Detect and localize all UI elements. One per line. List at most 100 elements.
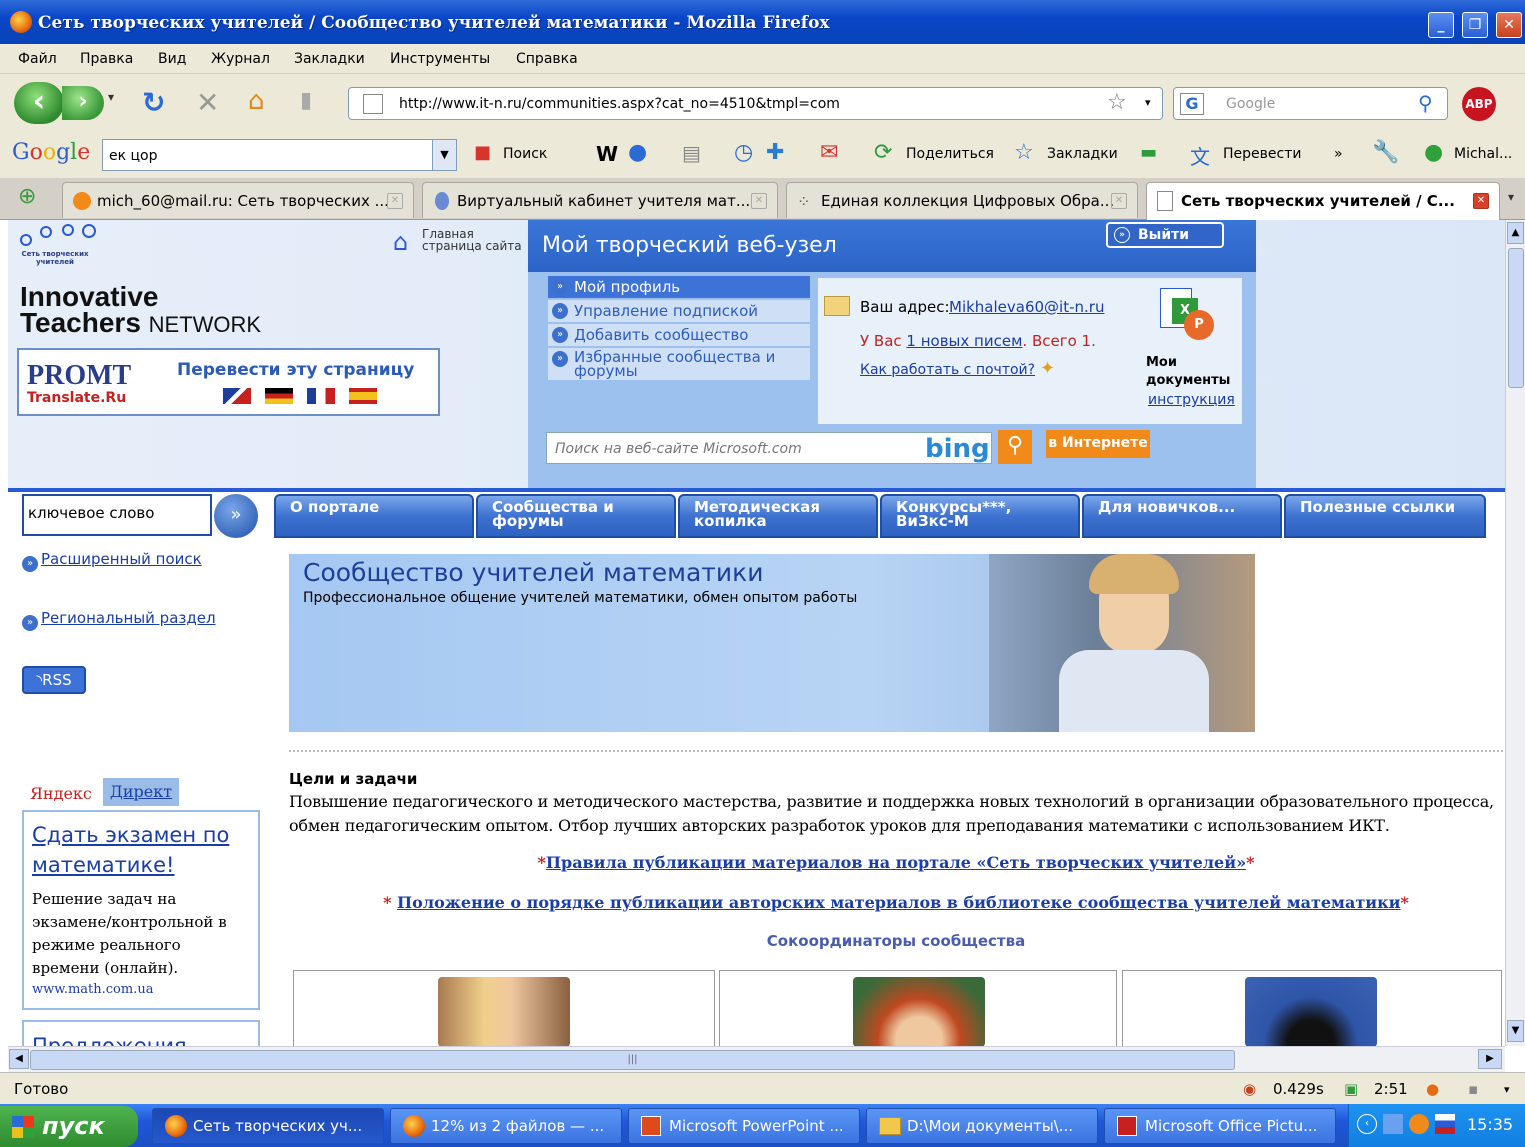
scroll-up-icon[interactable]: ▲ (1507, 222, 1524, 244)
keyword-search-button[interactable]: » (214, 494, 258, 538)
menu-my-profile[interactable]: » Мой профиль (548, 276, 810, 298)
puzzle-icon[interactable]: ✚ (766, 140, 784, 165)
home-icon[interactable]: ⌂ (248, 86, 265, 116)
coordinator-photo-3[interactable] (1245, 977, 1377, 1046)
maximize-button[interactable]: ❐ (1462, 12, 1488, 38)
popup-icon[interactable]: ▤ (682, 141, 701, 165)
site-small-logo[interactable]: Сеть творческих учителей (20, 224, 120, 280)
taskbar-item-downloads[interactable]: 12% из 2 файлов — ... (390, 1108, 622, 1144)
tray-clock[interactable]: 15:35 (1467, 1115, 1513, 1134)
tab-close-icon[interactable]: ✕ (1111, 193, 1127, 209)
new-mail-link[interactable]: 1 новых писем (906, 332, 1022, 350)
menu-help[interactable]: Справка (516, 51, 578, 67)
rules-link[interactable]: Правила публикации материалов на портале… (546, 853, 1246, 872)
new-tab-icon[interactable]: ⊕ (18, 184, 36, 209)
ad-url[interactable]: www.math.com.ua (32, 982, 153, 997)
back-button[interactable]: ‹ (14, 82, 64, 124)
more-chevron-icon[interactable]: » (1334, 146, 1343, 162)
clock-icon[interactable]: ◷ (734, 140, 753, 165)
nav-tab-contests[interactable]: Конкурсы***, ВиЗкс-М (880, 494, 1080, 538)
vertical-scrollbar[interactable]: ▲ ▼ (1505, 220, 1525, 1046)
flag-uk-icon[interactable] (223, 388, 251, 404)
menu-add-community[interactable]: » Добавить сообщество (548, 324, 810, 346)
coordinator-photo-1[interactable] (438, 977, 570, 1046)
scroll-down-icon[interactable]: ▼ (1507, 1020, 1524, 1042)
search-bar[interactable]: G Google ⚲ (1173, 87, 1448, 120)
scroll-left-icon[interactable]: ◀ (9, 1049, 29, 1069)
horizontal-scrollbar[interactable]: ◀ ||| ▶ (8, 1046, 1505, 1072)
tab-close-icon[interactable]: ✕ (387, 193, 403, 209)
in-internet-button[interactable]: в Интернете (1046, 430, 1150, 458)
tray-expand-icon[interactable]: ‹ (1357, 1114, 1377, 1134)
translate-icon[interactable]: 文 (1190, 141, 1210, 170)
start-button[interactable]: пуск (0, 1106, 138, 1147)
menu-subscription[interactable]: » Управление подпиской (548, 300, 810, 322)
google-translate-button[interactable]: Перевести (1223, 146, 1301, 162)
google-bookmarks-button[interactable]: Закладки (1047, 146, 1118, 162)
tab-close-icon[interactable]: ✕ (751, 193, 767, 209)
menu-edit[interactable]: Правка (80, 51, 133, 67)
tab-list-icon[interactable]: ▾ (1508, 190, 1514, 204)
adblock-icon[interactable]: ABP (1462, 87, 1496, 121)
yandex-label[interactable]: Яндекс (30, 784, 92, 803)
tab-collection[interactable]: ⁘ Единая коллекция Цифровых Обра... ✕ (786, 182, 1138, 218)
minimize-button[interactable]: _ (1428, 12, 1454, 38)
battery-icon[interactable]: ▬ (1140, 142, 1157, 163)
google-query-input[interactable]: ек цор ▼ (102, 139, 457, 171)
vertical-scroll-thumb[interactable] (1508, 248, 1524, 388)
taskbar-item-picture-manager[interactable]: Microsoft Office Pictu... (1104, 1108, 1336, 1144)
taskbar-item-folder[interactable]: D:\Мои документы\... (866, 1108, 1098, 1144)
tray-app-icon[interactable] (1409, 1114, 1429, 1134)
horizontal-scroll-thumb[interactable]: ||| (30, 1050, 1235, 1070)
star-icon[interactable]: ☆ (1014, 140, 1034, 165)
scroll-right-icon[interactable]: ▶ (1478, 1049, 1502, 1069)
nav-tab-about[interactable]: О портале (274, 494, 474, 538)
promt-translate-widget[interactable]: PROMT Translate.Ru Перевести эту страниц… (17, 348, 440, 416)
menu-favorites[interactable]: » Избранные сообщества и форумы (548, 348, 810, 380)
office-docs-icon[interactable]: X P (1156, 284, 1216, 344)
ad-title-link[interactable]: Сдать экзамен по математике! (32, 820, 242, 880)
address-bar[interactable]: http://www.it-n.ru/communities.aspx?cat_… (348, 87, 1163, 120)
menu-tools[interactable]: Инструменты (390, 51, 490, 67)
firefox-status-icon[interactable]: ● (1426, 1080, 1439, 1098)
flag-fr-icon[interactable] (307, 388, 335, 404)
home-icon[interactable]: ⌂ (393, 228, 419, 256)
history-dropdown-icon[interactable]: ▾ (108, 90, 114, 104)
tab-close-icon[interactable]: ✕ (1473, 193, 1489, 209)
google-search-button[interactable]: Поиск (503, 146, 547, 162)
nav-tab-methodical[interactable]: Методическая копилка (678, 494, 878, 538)
tab-current[interactable]: Сеть творческих учителей / С... ✕ (1146, 182, 1500, 220)
menu-view[interactable]: Вид (158, 51, 186, 67)
chevron-down-icon[interactable]: ▼ (432, 140, 456, 170)
keyword-input[interactable]: ключевое слово (22, 494, 212, 536)
taskbar-item-powerpoint[interactable]: Microsoft PowerPoint ... (628, 1108, 860, 1144)
taskbar-item-firefox[interactable]: Сеть творческих уч... (152, 1108, 384, 1144)
forward-button[interactable]: › (62, 86, 104, 120)
google-share-button[interactable]: Поделиться (906, 146, 994, 162)
flag-es-icon[interactable] (349, 388, 377, 404)
search-icon[interactable]: ⚲ (1418, 91, 1433, 115)
menu-history[interactable]: Журнал (211, 51, 270, 67)
mail-howto-link[interactable]: Как работать с почтой? (860, 362, 1035, 378)
network-icon[interactable] (1383, 1114, 1403, 1134)
nav-tab-communities[interactable]: Сообщества и форумы (476, 494, 676, 538)
regional-link[interactable]: » Региональный раздел (22, 609, 216, 631)
home-link[interactable]: Главная страница сайта (422, 228, 522, 252)
status-dropdown-icon[interactable]: ▾ (1504, 1083, 1510, 1096)
regulation-link[interactable]: Положение о порядке публикации авторских… (397, 893, 1401, 912)
url-dropdown-icon[interactable]: ▾ (1145, 96, 1151, 109)
menu-bookmarks[interactable]: Закладки (294, 51, 365, 67)
google-search-icon[interactable]: ■ (474, 142, 491, 163)
ad-next-link[interactable]: Предложения (32, 1034, 187, 1046)
language-flag-icon[interactable] (1435, 1114, 1455, 1134)
rss-button[interactable]: ◝RSS (22, 666, 86, 694)
tab-virtual-cabinet[interactable]: Виртуальный кабинет учителя мат... ✕ (422, 182, 778, 218)
stop-icon[interactable]: ✕ (196, 86, 219, 119)
google-engine-icon[interactable]: G (1180, 93, 1204, 115)
nav-tab-newcomers[interactable]: Для новичков... (1082, 494, 1282, 538)
mail-address-link[interactable]: Mikhaleva60@it-n.ru (949, 298, 1104, 316)
wrench-icon[interactable]: 🔧 (1372, 140, 1399, 165)
translate-page-link[interactable]: Перевести эту страницу (177, 360, 414, 380)
google-user[interactable]: Michal... (1454, 146, 1512, 162)
ms-search-button[interactable]: ⚲ (998, 430, 1032, 464)
